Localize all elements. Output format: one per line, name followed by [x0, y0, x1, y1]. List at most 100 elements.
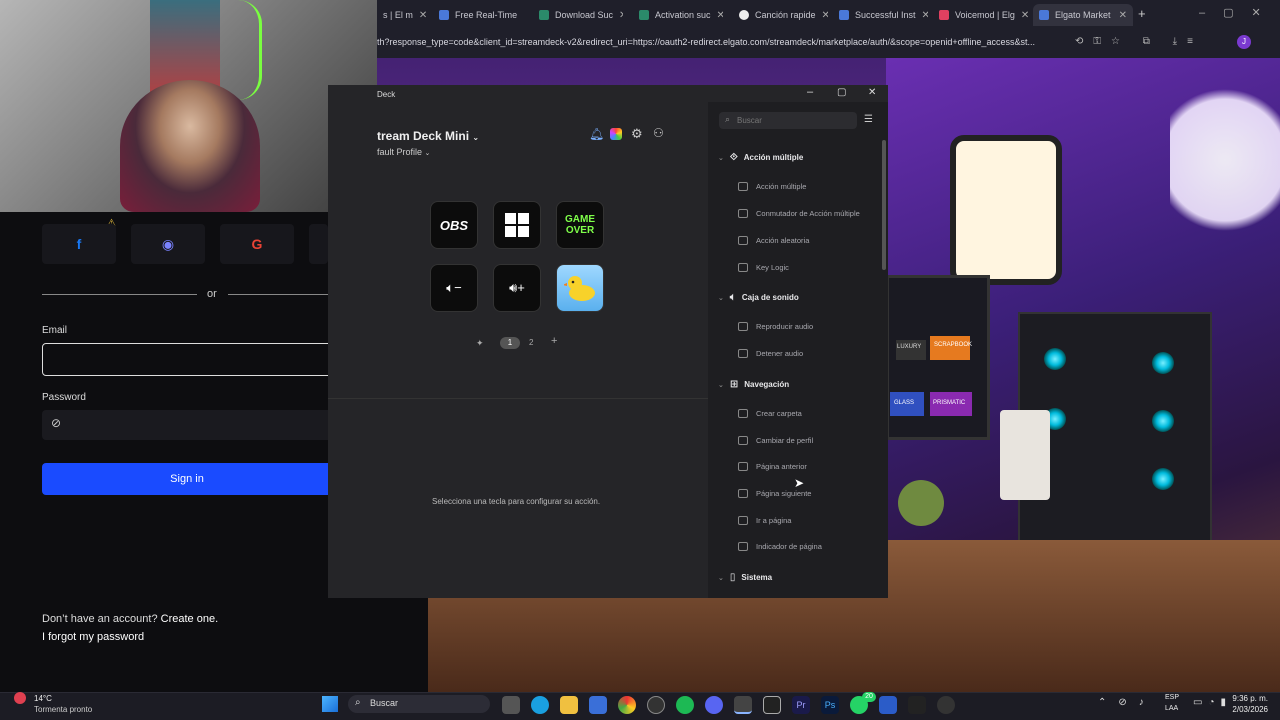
- discord-icon[interactable]: [705, 696, 723, 714]
- weather-temp[interactable]: 14°C: [34, 694, 52, 703]
- search-input[interactable]: Buscar: [719, 112, 857, 129]
- google-login-button[interactable]: G: [220, 224, 294, 264]
- action-item[interactable]: Página anterior: [738, 462, 807, 471]
- page-button-active[interactable]: 1: [500, 337, 520, 349]
- premiere-icon[interactable]: Pr: [792, 696, 810, 714]
- category-label: Navegación: [744, 380, 790, 389]
- clock-date[interactable]: 2/03/2026: [1222, 705, 1268, 714]
- scrollbar[interactable]: [882, 140, 886, 270]
- password-field[interactable]: ⊘: [42, 410, 332, 440]
- browser-tab[interactable]: Canción rapide ✕: [733, 4, 828, 26]
- discord-login-button[interactable]: ◉: [131, 224, 205, 264]
- key-windows[interactable]: [493, 201, 541, 249]
- action-item[interactable]: Conmutador de Acción múltiple: [738, 209, 860, 218]
- new-tab-icon[interactable]: +: [1138, 6, 1146, 21]
- forgot-password-link[interactable]: I forgot my password: [42, 631, 144, 643]
- tab-label: Voicemod | Elg: [955, 10, 1015, 20]
- sign-in-button[interactable]: Sign in: [42, 463, 332, 495]
- category-system[interactable]: ⌄ ▯ Sistema: [718, 572, 772, 583]
- close-icon[interactable]: ✕: [1021, 10, 1028, 21]
- taskbar-search[interactable]: Buscar: [348, 695, 490, 713]
- action-item[interactable]: Cambiar de perfil: [738, 436, 813, 445]
- browser-tab[interactable]: Free Real-Time✕: [433, 4, 523, 26]
- photoshop-icon[interactable]: Ps: [821, 696, 839, 714]
- page-star-icon[interactable]: ✦: [476, 338, 484, 349]
- action-item[interactable]: Página siguiente: [738, 489, 811, 498]
- facebook-login-button[interactable]: f: [42, 224, 116, 264]
- close-icon[interactable]: ✕: [419, 10, 427, 21]
- address-bar[interactable]: th?response_type=code&client_id=streamde…: [377, 32, 1280, 54]
- eye-slash-icon[interactable]: ⊘: [51, 416, 61, 430]
- toolbar-icons[interactable]: ⟲⚿☆ ⧉ ⤓≡: [1075, 36, 1203, 47]
- action-item[interactable]: Crear carpeta: [738, 409, 802, 418]
- action-item[interactable]: Acción múltiple: [738, 182, 806, 191]
- tray-icons[interactable]: ⌃⊘♪: [1098, 697, 1156, 708]
- notification-bell-icon[interactable]: 🔔︎: [589, 127, 604, 141]
- multi-action-icon: [738, 182, 748, 191]
- chrome-icon[interactable]: [618, 696, 636, 714]
- file-explorer-icon[interactable]: [560, 696, 578, 714]
- store-icon[interactable]: [589, 696, 607, 714]
- browser-tab[interactable]: Voicemod | Elg ✕: [933, 4, 1028, 26]
- task-view-icon[interactable]: [502, 696, 520, 714]
- window-controls[interactable]: –▢✕: [1199, 6, 1279, 19]
- more-login-button[interactable]: [309, 224, 328, 264]
- marketplace-icon[interactable]: [610, 128, 622, 140]
- action-item[interactable]: Ir a página: [738, 516, 791, 525]
- action-item[interactable]: Key Logic: [738, 263, 789, 272]
- language-indicator[interactable]: LAA: [1165, 705, 1178, 712]
- spotify-icon[interactable]: [676, 696, 694, 714]
- tab-favicon-icon: [939, 10, 949, 20]
- capcut-icon[interactable]: [763, 696, 781, 714]
- minimize-icon[interactable]: –: [807, 86, 813, 98]
- key-volume-down[interactable]: 🔈︎−: [430, 264, 478, 312]
- category-multi-action[interactable]: ⌄ ⟐ Acción múltiple: [718, 152, 803, 163]
- gear-icon[interactable]: ⚙: [631, 126, 643, 142]
- close-icon[interactable]: ✕: [822, 10, 828, 21]
- key-volume-up[interactable]: 🔊︎+: [493, 264, 541, 312]
- close-icon[interactable]: ✕: [717, 10, 723, 21]
- close-icon[interactable]: ✕: [868, 87, 876, 98]
- maximize-icon[interactable]: ▢: [837, 87, 846, 98]
- edge-icon[interactable]: [531, 696, 549, 714]
- close-icon[interactable]: ✕: [1119, 10, 1127, 21]
- profile-selector[interactable]: fault Profile ⌄: [377, 147, 430, 157]
- start-icon[interactable]: [322, 696, 338, 712]
- browser-tab[interactable]: s | El m ✕: [377, 4, 432, 26]
- category-soundboard[interactable]: ⌄ 🔈︎ Caja de sonido: [718, 292, 799, 303]
- app-icon[interactable]: [937, 696, 955, 714]
- action-item[interactable]: Acción aleatoria: [738, 236, 809, 245]
- browser-tab[interactable]: Download Suc ✕: [533, 4, 623, 26]
- account-icon[interactable]: ⚇: [653, 126, 664, 140]
- empty-hint: Selecciona una tecla para configurar su …: [432, 497, 601, 506]
- word-icon[interactable]: [879, 696, 897, 714]
- close-icon[interactable]: ✕: [922, 10, 928, 21]
- profile-avatar[interactable]: J: [1237, 35, 1251, 49]
- device-selector[interactable]: tream Deck Mini ⌄: [377, 129, 479, 143]
- add-page-icon[interactable]: +: [551, 335, 557, 347]
- browser-tab-active[interactable]: Elgato Market ✕: [1033, 4, 1133, 26]
- window-titlebar: Deck – ▢ ✕: [377, 85, 888, 103]
- action-item[interactable]: Detener audio: [738, 349, 803, 358]
- category-navigation[interactable]: ⌄ ⊞ Navegación: [718, 379, 789, 390]
- weather-desc[interactable]: Tormenta pronto: [34, 705, 92, 714]
- close-icon[interactable]: ✕: [619, 10, 623, 21]
- key-obs[interactable]: OBS: [430, 201, 478, 249]
- key-game-over[interactable]: GAME OVER: [556, 201, 604, 249]
- action-item[interactable]: Reproducir audio: [738, 322, 813, 331]
- page-button[interactable]: 2: [529, 338, 533, 347]
- browser-tab[interactable]: Activation suc ✕: [633, 4, 723, 26]
- email-field[interactable]: [42, 343, 332, 376]
- browser-tab[interactable]: Successful Inst ✕: [833, 4, 928, 26]
- streamdeck-icon[interactable]: [734, 696, 752, 714]
- language-indicator[interactable]: ESP: [1165, 694, 1179, 701]
- chevron-down-icon: ⌄: [718, 574, 724, 582]
- obs-icon[interactable]: [647, 696, 665, 714]
- key-duck[interactable]: [556, 264, 604, 312]
- monitor-label: SCRAPBOOK: [934, 342, 973, 348]
- create-account-link[interactable]: Create one.: [161, 613, 218, 625]
- clock-time[interactable]: 9:36 p. m.: [1222, 694, 1268, 703]
- list-view-icon[interactable]: ☰: [864, 114, 873, 125]
- action-item[interactable]: Indicador de página: [738, 542, 822, 551]
- app-icon[interactable]: [908, 696, 926, 714]
